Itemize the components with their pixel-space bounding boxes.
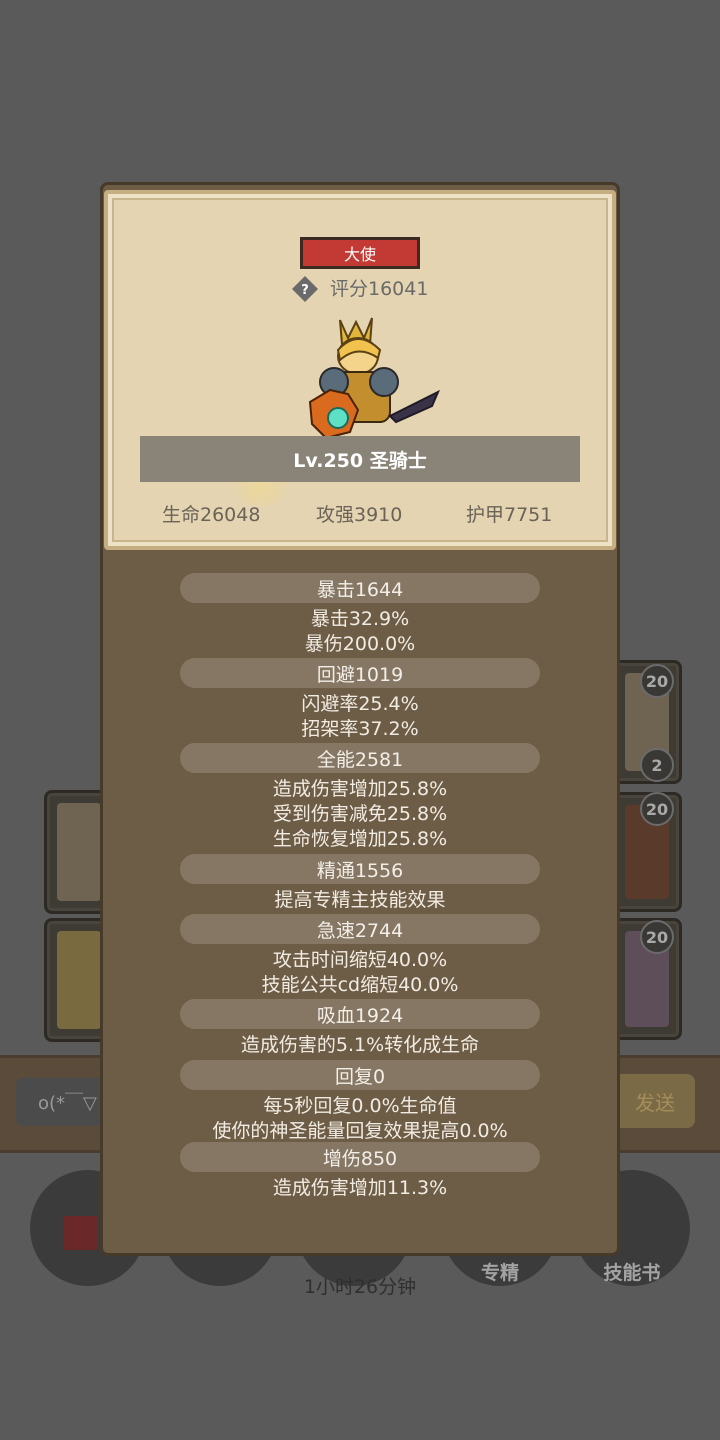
bag-icon <box>64 1216 98 1250</box>
stat-line: 使你的神圣能量回复效果提高0.0% <box>212 1120 508 1142</box>
stat-line: 暴伤200.0% <box>304 633 416 655</box>
stat-line: 受到伤害减免25.8% <box>272 803 448 825</box>
stat-line: 招架率37.2% <box>301 718 419 740</box>
stat-line: 闪避率25.4% <box>301 693 419 715</box>
card-count-badge: 2 <box>640 748 674 782</box>
idle-timer: 1小时26分钟 <box>303 1276 417 1298</box>
stat-group-haste: 急速2744 <box>180 914 540 944</box>
armor-stat: 护甲7751 <box>466 504 553 526</box>
stat-line: 生命恢复增加25.8% <box>272 828 448 850</box>
nav-label-skillbook: 技能书 <box>603 1262 661 1284</box>
stat-line: 提高专精主技能效果 <box>274 889 446 911</box>
stat-group-regen: 回复0 <box>180 1060 540 1090</box>
level-class-bar: Lv.250 圣骑士 <box>140 436 580 482</box>
svg-text:?: ? <box>301 283 309 298</box>
stat-line: 造成伤害的5.1%转化成生命 <box>240 1034 480 1056</box>
help-icon[interactable]: ? <box>291 275 319 303</box>
stat-line: 攻击时间缩短40.0% <box>272 949 448 971</box>
stat-group-avoidance: 回避1019 <box>180 658 540 688</box>
card-level-badge: 20 <box>640 792 674 826</box>
stat-line: 造成伤害增加11.3% <box>272 1177 448 1199</box>
hp-stat: 生命26048 <box>162 504 261 526</box>
score-label: 评分16041 <box>330 278 429 300</box>
stat-group-mastery: 精通1556 <box>180 854 540 884</box>
stat-line: 造成伤害增加25.8% <box>272 778 448 800</box>
stat-line: 暴击32.9% <box>310 608 410 630</box>
stat-group-versatility: 全能2581 <box>180 743 540 773</box>
stat-group-damage-bonus: 增伤850 <box>180 1142 540 1172</box>
stat-line: 每5秒回复0.0%生命值 <box>263 1095 457 1117</box>
stat-line: 技能公共cd缩短40.0% <box>261 974 459 996</box>
card-level-badge: 20 <box>640 664 674 698</box>
rank-title-badge: 大使 <box>300 237 420 269</box>
stat-group-leech: 吸血1924 <box>180 999 540 1029</box>
stat-group-crit: 暴击1644 <box>180 573 540 603</box>
card-level-badge: 20 <box>640 920 674 954</box>
hero-portrait <box>308 317 440 440</box>
attack-stat: 攻强3910 <box>316 504 403 526</box>
